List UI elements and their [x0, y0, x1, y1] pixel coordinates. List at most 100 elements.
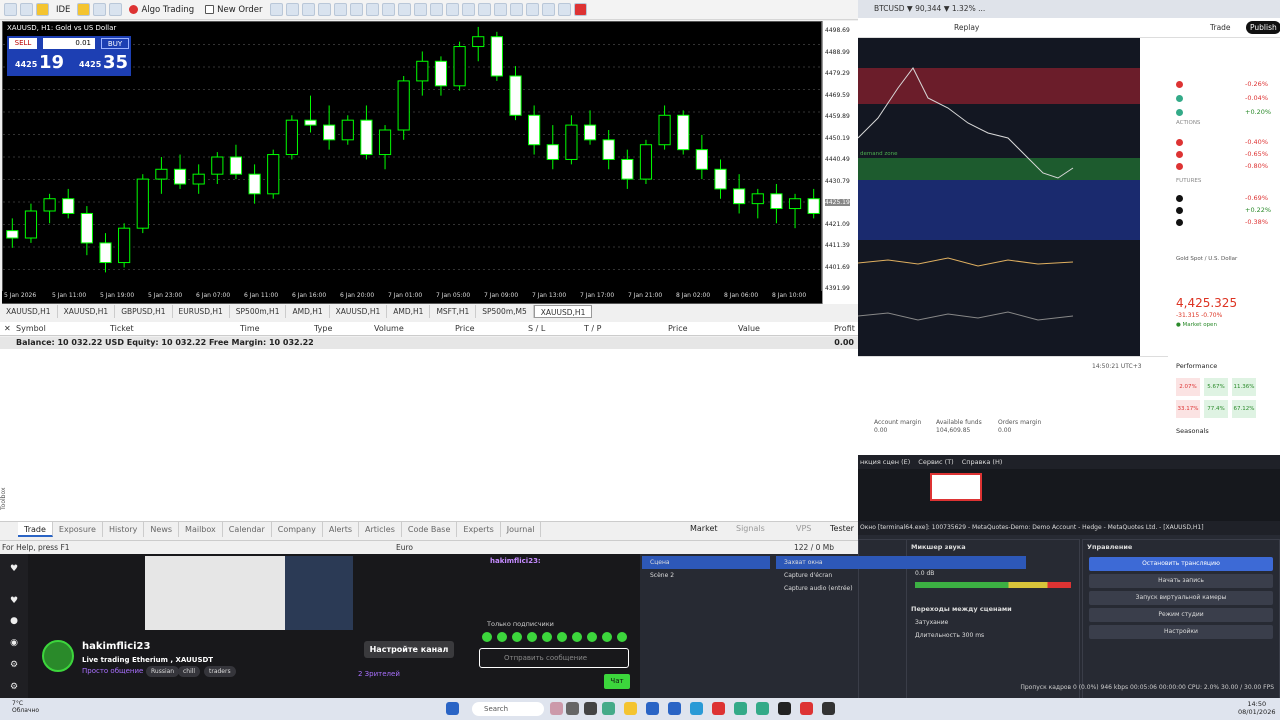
toolbox-tab[interactable]: Articles [359, 522, 402, 537]
weather-widget[interactable]: 7°C Облачно [12, 700, 39, 714]
price-chart[interactable]: XAUUSD, H1: Gold vs US Dollar SELL 0.01 … [2, 21, 822, 304]
app-icon[interactable] [566, 702, 579, 715]
control-button[interactable]: Запуск виртуальной камеры [1089, 591, 1273, 605]
column-header[interactable]: Time [240, 324, 260, 333]
emote-icon[interactable] [557, 632, 567, 642]
column-header[interactable]: Value [738, 324, 760, 333]
zoom-out-icon[interactable] [333, 3, 347, 16]
watchlist-row[interactable]: +0.20% [1176, 108, 1271, 116]
stream-category[interactable]: Просто общение [82, 667, 143, 675]
obs-menu-item[interactable]: Справка (H) [962, 458, 1003, 466]
lot-size-input[interactable]: 0.01 [43, 38, 95, 49]
emote-icon[interactable] [512, 632, 522, 642]
duration-value[interactable]: 300 ms [962, 632, 984, 639]
publish-button[interactable]: Publish [1246, 21, 1280, 34]
tv-chart[interactable]: demand zone [858, 38, 1140, 356]
close-icon[interactable]: ✕ [4, 324, 11, 333]
app-icon[interactable] [778, 702, 791, 715]
chat-send-button[interactable]: Чат [604, 674, 630, 689]
shapes-icon[interactable] [557, 3, 571, 16]
toolbox-tab[interactable]: Calendar [223, 522, 272, 537]
bell-icon[interactable]: ♥ [9, 564, 19, 574]
watchlist-row[interactable]: +0.22% [1176, 206, 1271, 214]
source-item[interactable]: Capture audio (entrée) [776, 582, 1026, 595]
indicators-icon[interactable] [397, 3, 411, 16]
fibonacci-icon[interactable] [525, 3, 539, 16]
channel-name[interactable]: hakimflici23 [82, 641, 150, 652]
window-icon[interactable] [93, 3, 107, 16]
grid-icon[interactable] [349, 3, 363, 16]
chart-tab[interactable]: XAUUSD,H1 [533, 305, 593, 318]
toolbox-tab[interactable]: News [144, 522, 180, 537]
source-item[interactable]: Захват окна [776, 556, 1026, 569]
watchlist-row[interactable]: -0.80% [1176, 162, 1268, 170]
column-header[interactable]: Ticket [110, 324, 134, 333]
tag-chill[interactable]: chill [178, 666, 201, 677]
column-header[interactable]: Price [455, 324, 475, 333]
signals-link[interactable]: Signals [736, 524, 765, 533]
candles-icon[interactable] [285, 3, 299, 16]
chart-tab[interactable]: SP500m,H1 [230, 305, 287, 318]
chart-tab[interactable]: AMD,H1 [387, 305, 431, 318]
scene-item[interactable]: Сцена [642, 556, 770, 569]
emote-icon[interactable] [587, 632, 597, 642]
watchlist-row[interactable]: -0.26% [1176, 80, 1268, 88]
app-icon[interactable] [756, 702, 769, 715]
text-icon[interactable] [541, 3, 555, 16]
app-icon[interactable] [550, 702, 563, 715]
source-item[interactable]: Capture d'écran [776, 569, 1026, 582]
chart-tab[interactable]: XAUUSD,H1 [58, 305, 116, 318]
watchlist-row[interactable]: -0.69% [1176, 194, 1268, 202]
ide-button[interactable]: IDE [52, 2, 74, 18]
vps-link[interactable]: VPS [796, 524, 811, 533]
chat-icon[interactable] [109, 3, 123, 16]
app-icon[interactable] [646, 702, 659, 715]
trendline-icon[interactable] [493, 3, 507, 16]
setup-channel-button[interactable]: Настройте канал [364, 641, 454, 658]
toolbox-tab[interactable]: Exposure [53, 522, 103, 537]
chart-tab[interactable]: XAUUSD,H1 [330, 305, 388, 318]
tester-link[interactable]: Tester [830, 524, 854, 533]
clock[interactable]: 14:50 08/01/2026 [1238, 700, 1275, 716]
watchlist-row[interactable]: -0.38% [1176, 218, 1268, 226]
chat-username[interactable]: hakimflici23: [490, 557, 541, 565]
taskbar-search[interactable]: Search [472, 702, 544, 716]
column-header[interactable]: S / L [528, 324, 545, 333]
column-header[interactable]: Type [314, 324, 332, 333]
control-button[interactable]: Остановить трансляцию [1089, 557, 1273, 571]
save-icon[interactable] [36, 3, 49, 16]
app-icon[interactable] [668, 702, 681, 715]
notifications-icon[interactable] [573, 3, 587, 16]
emote-icon[interactable] [572, 632, 582, 642]
transition-select[interactable]: Затухание [907, 616, 1079, 629]
emote-icon[interactable] [527, 632, 537, 642]
column-header[interactable]: Profit [834, 324, 855, 333]
profiles-icon[interactable] [20, 3, 33, 16]
chart-tab[interactable]: MSFT,H1 [430, 305, 477, 318]
watchlist-row[interactable]: -0.65% [1176, 150, 1268, 158]
chart-tab[interactable]: GBPUSD,H1 [115, 305, 173, 318]
templates-icon[interactable] [413, 3, 427, 16]
toolbox-tab[interactable]: History [103, 522, 145, 537]
chart-tab[interactable]: AMD,H1 [286, 305, 330, 318]
edge-icon[interactable] [690, 702, 703, 715]
chart-tab[interactable]: EURUSD,H1 [173, 305, 230, 318]
channel-icon[interactable] [509, 3, 523, 16]
zoom-in-icon[interactable] [317, 3, 331, 16]
obs-icon[interactable] [822, 702, 835, 715]
tag-traders[interactable]: traders [204, 666, 236, 677]
replay-button[interactable]: Replay [954, 23, 979, 32]
start-icon[interactable] [446, 702, 459, 715]
emote-icon[interactable] [497, 632, 507, 642]
app-icon[interactable] [800, 702, 813, 715]
trade-button[interactable]: Trade [1210, 23, 1231, 32]
watchlist-row[interactable]: -0.04% [1176, 94, 1268, 102]
chart-tab[interactable]: SP500m,M5 [476, 305, 534, 318]
heart-icon[interactable]: ♥ [9, 596, 19, 606]
browser-tab[interactable]: BTCUSD ▼ 90,344 ▼ 1.32% ... [874, 4, 985, 13]
toolbox-tab[interactable]: Trade [18, 522, 53, 537]
watchlist-row[interactable]: -0.40% [1176, 138, 1268, 146]
column-header[interactable]: T / P [584, 324, 602, 333]
chrome-icon[interactable] [734, 702, 747, 715]
tag-russian[interactable]: Russian [146, 666, 180, 677]
